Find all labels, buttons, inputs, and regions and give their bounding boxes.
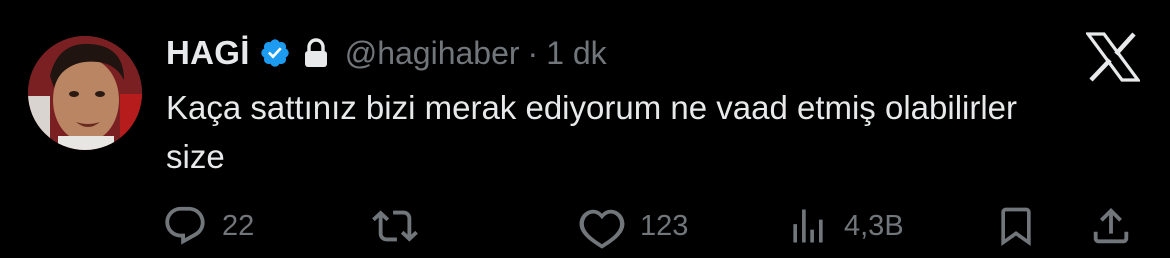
share-button[interactable]: [1088, 200, 1134, 252]
share-upload-icon: [1093, 207, 1129, 244]
like-button[interactable]: 123: [578, 200, 688, 252]
verified-badge-icon[interactable]: [259, 37, 291, 69]
tweet-card[interactable]: HAGİ @hagihaber · 1 dk Kaça sattınız biz…: [0, 0, 1170, 258]
bookmark-button[interactable]: [994, 200, 1038, 252]
separator-dot: ·: [527, 34, 539, 71]
x-logo-icon: [1086, 32, 1140, 82]
bar-chart-icon: [793, 209, 823, 243]
avatar-photo: [28, 36, 142, 150]
tweet-header: HAGİ @hagihaber · 1 dk: [166, 30, 607, 76]
reply-button[interactable]: 22: [162, 200, 254, 252]
author-handle[interactable]: @hagihaber: [345, 35, 520, 72]
views-count: 4,3B: [844, 209, 904, 242]
like-count: 123: [640, 209, 689, 242]
bookmark-icon: [1001, 207, 1031, 247]
action-bar: 22 123 4,3B: [0, 200, 1170, 252]
retweet-button[interactable]: [370, 200, 434, 252]
retweet-arrows-icon: [372, 210, 418, 242]
lock-icon: [304, 38, 327, 67]
views-button[interactable]: 4,3B: [786, 200, 904, 252]
display-name[interactable]: HAGİ: [166, 34, 250, 72]
speech-bubble-icon: [165, 206, 205, 245]
tweet-text: Kaça sattınız bizi merak ediyorum ne vaa…: [166, 89, 1018, 175]
reply-count: 22: [222, 209, 255, 242]
heart-icon: [579, 209, 625, 249]
tweet-timestamp[interactable]: 1 dk: [546, 35, 606, 72]
avatar[interactable]: [28, 36, 142, 150]
